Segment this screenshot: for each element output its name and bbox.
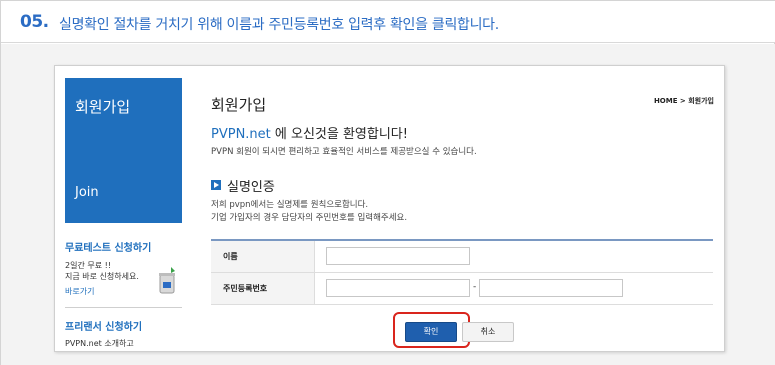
- verification-form: 이름 주민등록번호 -: [211, 239, 713, 305]
- step-number: 05.: [20, 12, 49, 32]
- section-title: 실명인증: [227, 180, 275, 195]
- form-row-name: 이름: [211, 241, 713, 273]
- welcome-message: 에 오신것을 환영합니다!: [270, 127, 408, 142]
- name-input[interactable]: [326, 247, 470, 265]
- confirm-button[interactable]: 확인: [405, 322, 457, 342]
- freelancer-title[interactable]: 프리랜서 신청하기: [65, 318, 185, 333]
- join-banner: 회원가입 Join: [65, 78, 182, 223]
- ssn-back-input[interactable]: [479, 279, 623, 297]
- ssn-label-cell: 주민등록번호: [211, 273, 315, 304]
- form-row-ssn: 주민등록번호 -: [211, 273, 713, 305]
- welcome-heading: PVPN.net 에 오신것을 환영합니다!: [211, 123, 408, 142]
- welcome-brand: PVPN.net: [211, 127, 271, 142]
- section-desc-line1: 저희 pvpn에서는 실명제를 원칙으로합니다.: [211, 200, 369, 210]
- step-header: 05. 실명확인 절차를 거치기 위해 이름과 주민등록번호 입력후 확인을 클…: [1, 1, 775, 43]
- banner-english-title: Join: [75, 185, 99, 200]
- free-test-title[interactable]: 무료테스트 신청하기: [65, 239, 185, 254]
- ssn-dash: -: [473, 282, 477, 292]
- breadcrumb: HOME > 회원가입: [653, 97, 714, 105]
- arrow-bullet-icon: [211, 180, 221, 190]
- page-title: 회원가입: [211, 96, 267, 114]
- freelancer-line1: PVPN.net 소개하고: [65, 339, 134, 348]
- section-desc-line2: 기업 가입자의 경우 담당자의 주민번호를 입력해주세요.: [211, 213, 408, 223]
- ssn-front-input[interactable]: [326, 279, 470, 297]
- sidebar-divider: [65, 307, 182, 308]
- trash-can-icon: [159, 267, 175, 294]
- cancel-button[interactable]: 취소: [462, 322, 514, 342]
- welcome-subtext: PVPN 회원이 되시면 편리하고 효율적인 서비스를 제공받으실 수 있습니다…: [211, 147, 477, 157]
- signup-page-screenshot: 회원가입 Join 무료테스트 신청하기 2일간 무료 !! 지금 바로 신청하…: [54, 65, 725, 352]
- freelancer-promo: 프리랜서 신청하기 PVPN.net 소개하고: [65, 318, 185, 349]
- ssn-label: 주민등록번호: [223, 284, 268, 293]
- name-label: 이름: [223, 252, 238, 261]
- name-label-cell: 이름: [211, 241, 315, 272]
- step-instruction: 실명확인 절차를 거치기 위해 이름과 주민등록번호 입력후 확인을 클릭합니다…: [59, 17, 499, 33]
- section-description: 저희 pvpn에서는 실명제를 원칙으로합니다. 기업 가입자의 경우 담당자의…: [211, 199, 407, 225]
- banner-korean-title: 회원가입: [75, 98, 131, 116]
- tutorial-frame: 05. 실명확인 절차를 거치기 위해 이름과 주민등록번호 입력후 확인을 클…: [0, 0, 775, 365]
